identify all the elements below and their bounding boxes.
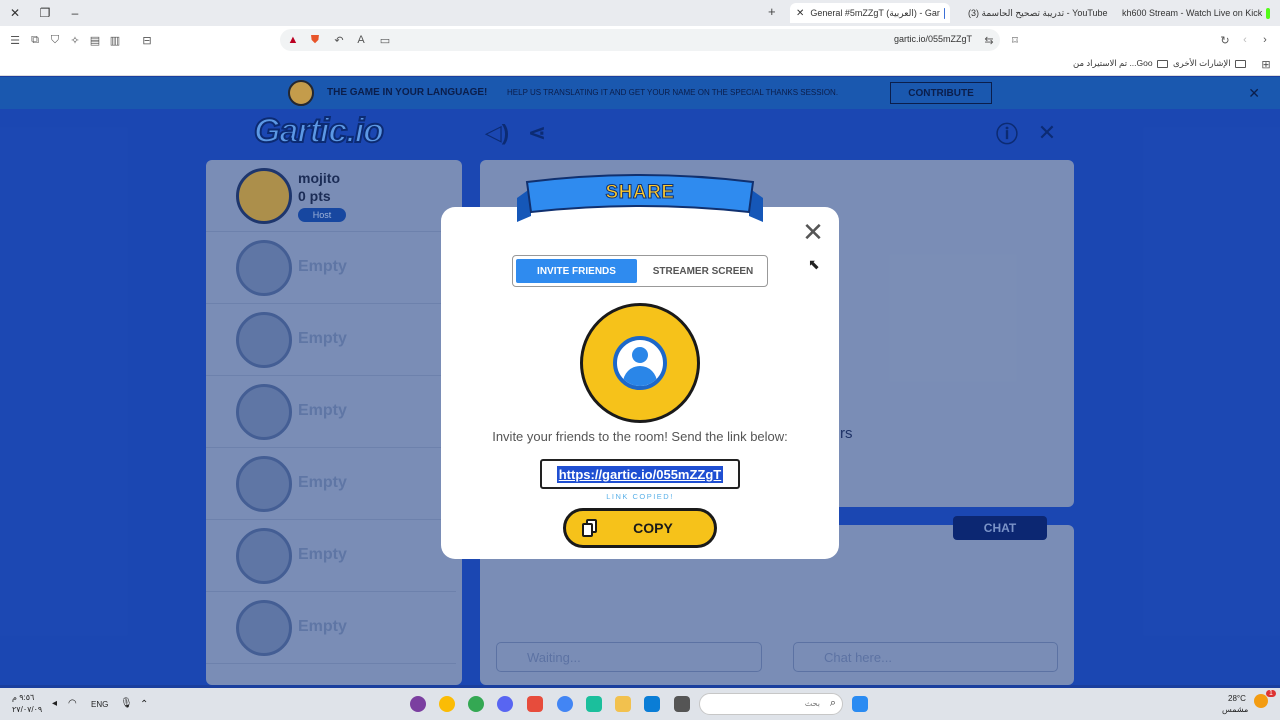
clock-date[interactable]: ٢٧/٠٧/٠٩ [12,705,42,714]
bookmark-label: تم الاستيراد من ...Goo [1073,58,1153,68]
shield-icon[interactable]: ⛉ [48,33,62,47]
search-icon: ⌕ [829,697,836,709]
bookmarks-bar: الإشارات الأخرى تم الاستيراد من ...Goo ⊞ [0,54,1280,76]
chevron-up-icon[interactable]: ⌃ [140,699,148,710]
volume-icon[interactable]: ◂ [52,698,57,709]
new-tab-button[interactable]: + [768,4,776,19]
tab-strip: ✕ ❐ – + ✕ General #5mZZgT (العربية) - Ga… [0,0,1280,26]
folder-icon [1234,59,1246,68]
chrome-icon[interactable] [557,696,573,712]
kick-favicon-icon [1266,7,1270,19]
tab-title: kh600 Stream - Watch Live on Kick [1122,8,1263,18]
tab-youtube[interactable]: (3) تدريبة تصحيح الحاسمة - YouTube [962,3,1112,23]
discord-icon[interactable] [497,696,513,712]
windows-start-icon[interactable] [852,696,868,712]
weather-desc: مشمس [1222,705,1249,714]
bookmark-imported[interactable]: تم الاستيراد من ...Goo [1073,58,1168,69]
url-text[interactable]: gartic.io/055mZZgT [894,34,972,44]
wifi-icon[interactable]: ◠ [68,698,77,709]
tab-gartic[interactable]: ✕ General #5mZZgT (العربية) - Gar [790,3,950,23]
notification-badge: 1 [1266,690,1276,697]
clock-time[interactable]: ٩:٥٦ م [12,693,34,702]
sidebar-icon[interactable]: ▥ [108,33,122,47]
browser-toolbar: ☰ ⧉ ⛉ ✧ ▤ ▥ ⊟ ▲ ⛊ ↶ A ▭ gartic.io/055mZZ… [0,26,1280,54]
microphone-icon[interactable]: 🎙 [120,698,133,709]
restore-window-icon[interactable]: ❐ [30,0,60,26]
invite-text: Invite your friends to the room! Send th… [492,429,788,444]
translate-icon[interactable]: A [354,33,368,47]
minimize-window-icon[interactable]: – [60,0,90,26]
tab-close-icon[interactable]: ✕ [796,8,804,19]
pinned-app-icon[interactable] [527,696,543,712]
bookmark-label: الإشارات الأخرى [1173,58,1231,68]
pin-icon[interactable]: ✧ [68,33,82,47]
taskbar: 1 28°C مشمس ⌕ بحث ⌃ 🎙 ENG ◠ ◂ ٩:٥٦ م ٢٧/… [0,688,1280,720]
modal-title: SHARE [605,182,675,204]
tab-title: General #5mZZgT (العربية) - Gar [810,7,940,18]
tab-streamer-screen[interactable]: STREAMER SCREEN [641,259,765,283]
language-indicator[interactable]: ENG [91,700,108,709]
media-player-icon[interactable] [410,696,426,712]
taskbar-search[interactable]: ⌕ بحث [699,693,843,715]
chrome-icon[interactable] [468,696,484,712]
bookmark-other[interactable]: الإشارات الأخرى [1173,58,1246,69]
copy-icon [582,519,598,537]
tab-kick[interactable]: kh600 Stream - Watch Live on Kick [1116,3,1276,23]
address-bar[interactable]: ▲ ⛊ ↶ A ▭ gartic.io/055mZZgT ⇆ [280,29,1000,51]
link-field[interactable]: https://gartic.io/055mZZgT [540,459,740,489]
back-icon[interactable]: › [1258,33,1272,47]
file-explorer-icon[interactable] [615,696,631,712]
search-placeholder: بحث [804,699,820,708]
menu-icon[interactable]: ☰ [8,33,22,47]
reader-icon[interactable]: ▤ [88,33,102,47]
tab-invite-friends[interactable]: INVITE FRIENDS [516,259,637,283]
site-settings-icon[interactable]: ⇆ [982,33,996,47]
reload-icon[interactable]: ↻ [1218,33,1232,47]
weather-icon[interactable] [1254,694,1268,708]
weather-temp: 28°C [1228,694,1246,703]
user-invite-icon [580,303,700,423]
brave-shield-icon[interactable]: ⛊ [308,33,322,47]
app-icon[interactable] [586,696,602,712]
forward-icon[interactable]: ‹ [1238,33,1252,47]
share-ribbon: SHARE [517,172,763,222]
mouse-cursor-icon: ⬉ [808,256,820,272]
copy-button[interactable]: COPY [563,508,717,548]
tab-title: (3) تدريبة تصحيح الحاسمة - YouTube [968,7,1108,18]
close-icon[interactable]: ✕ [801,219,825,245]
close-window-icon[interactable]: ✕ [0,0,30,26]
copy-label: COPY [633,520,673,536]
cast-icon[interactable]: ▭ [378,33,392,47]
undo-icon[interactable]: ↶ [332,33,346,47]
share-tabs: INVITE FRIENDS STREAMER SCREEN [512,255,768,287]
link-copied-status: LINK COPIED! [606,492,674,501]
apps-grid-icon[interactable]: ⊞ [1259,57,1273,71]
tab-search-icon[interactable]: ⊟ [140,33,154,47]
task-view-icon[interactable] [674,696,690,712]
link-text[interactable]: https://gartic.io/055mZZgT [556,465,724,483]
chrome-icon[interactable] [439,696,455,712]
folder-icon [1156,59,1168,68]
extension-icon[interactable]: ⧉ [28,33,42,47]
bookmark-icon[interactable]: ⌑ [1008,33,1022,47]
store-icon[interactable] [644,696,660,712]
alert-icon[interactable]: ▲ [286,33,300,47]
